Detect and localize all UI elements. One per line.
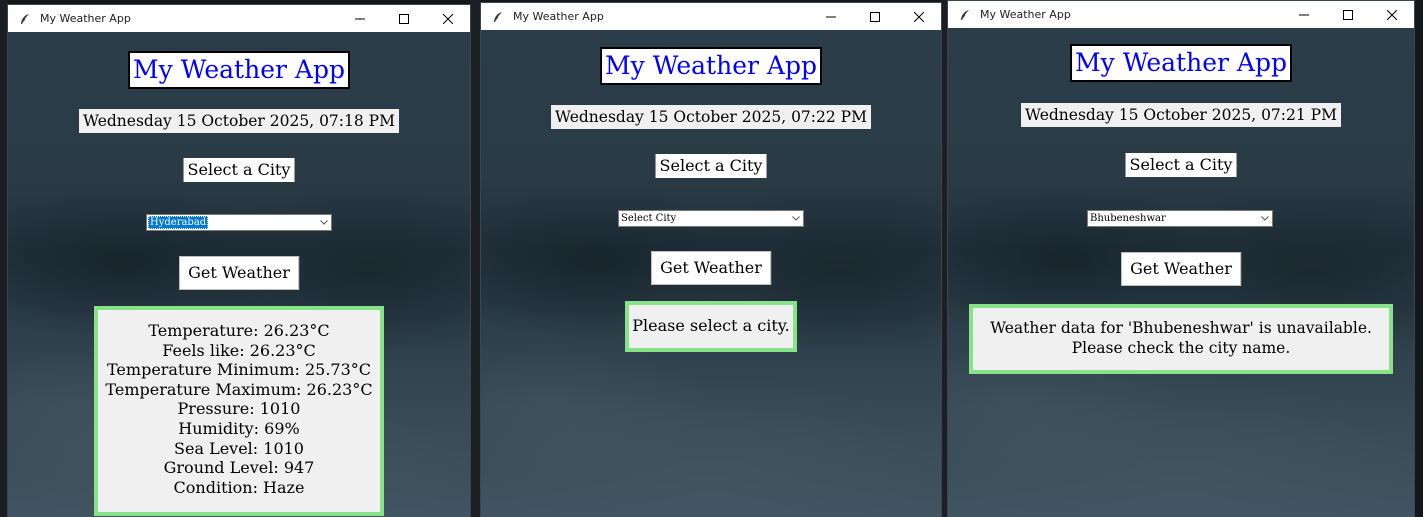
maximize-icon <box>399 13 409 24</box>
result-line: Please select a city. <box>632 316 790 335</box>
city-combobox[interactable]: Bhubeneshwar <box>1087 210 1273 227</box>
result-line: Weather data for 'Bhubeneshwar' is unava… <box>990 319 1372 337</box>
chevron-down-icon[interactable] <box>317 220 331 225</box>
feather-icon <box>491 10 505 24</box>
result-line: Feels like: 26.23°C <box>162 340 316 360</box>
app-heading: My Weather App <box>128 51 350 89</box>
get-weather-button[interactable]: Get Weather <box>651 251 771 285</box>
desktop: My Weather App My Weather App Wednesday … <box>0 0 1423 517</box>
result-line: Condition: Haze <box>173 477 305 497</box>
result-line: Temperature Maximum: 26.23°C <box>105 379 373 399</box>
feather-icon <box>18 12 32 26</box>
app-heading: My Weather App <box>1070 44 1292 82</box>
get-weather-button[interactable]: Get Weather <box>179 256 299 290</box>
select-city-label: Select a City <box>655 154 767 178</box>
close-icon <box>914 11 924 22</box>
get-weather-button[interactable]: Get Weather <box>1121 252 1241 286</box>
minimize-icon <box>355 18 365 19</box>
chevron-down-icon[interactable] <box>789 216 803 221</box>
title-bar[interactable]: My Weather App <box>8 5 470 32</box>
minimize-icon <box>1299 14 1309 15</box>
background-editor-strip <box>940 0 948 517</box>
app-heading: My Weather App <box>600 47 822 85</box>
app-content: My Weather App Wednesday 15 October 2025… <box>481 30 941 517</box>
result-line: Humidity: 69% <box>178 418 300 438</box>
weather-result-panel: Please select a city. <box>625 301 797 352</box>
minimize-button[interactable] <box>809 3 853 30</box>
city-combobox[interactable]: Select City <box>618 210 804 227</box>
window-title: My Weather App <box>513 10 604 23</box>
minimize-button[interactable] <box>338 5 382 32</box>
app-content: My Weather App Wednesday 15 October 2025… <box>8 32 470 517</box>
close-button[interactable] <box>897 3 941 30</box>
maximize-icon <box>1343 9 1353 20</box>
title-bar[interactable]: My Weather App <box>481 3 941 30</box>
maximize-button[interactable] <box>382 5 426 32</box>
close-button[interactable] <box>1370 1 1414 28</box>
datetime-label: Wednesday 15 October 2025, 07:21 PM <box>1021 103 1341 127</box>
title-bar[interactable]: My Weather App <box>948 1 1414 28</box>
city-combobox-value: Select City <box>621 213 677 224</box>
background-editor-strip <box>0 0 8 517</box>
city-combobox-value: Bhubeneshwar <box>1090 213 1166 224</box>
maximize-button[interactable] <box>853 3 897 30</box>
weather-result-panel: Temperature: 26.23°C Feels like: 26.23°C… <box>94 306 384 516</box>
result-line: Please check the city name. <box>1071 338 1291 357</box>
result-line: Pressure: 1010 <box>177 399 301 419</box>
result-line: Sea Level: 1010 <box>174 438 304 458</box>
result-line: Temperature Minimum: 25.73°C <box>107 360 371 380</box>
close-icon <box>1387 9 1397 20</box>
select-city-label: Select a City <box>183 158 295 182</box>
select-city-label: Select a City <box>1125 153 1237 177</box>
datetime-label: Wednesday 15 October 2025, 07:22 PM <box>551 105 871 129</box>
maximize-button[interactable] <box>1326 1 1370 28</box>
minimize-icon <box>826 16 836 17</box>
app-content: My Weather App Wednesday 15 October 2025… <box>948 28 1414 517</box>
close-button[interactable] <box>426 5 470 32</box>
result-line: Temperature: 26.23°C <box>148 321 330 340</box>
city-combobox[interactable]: Hyderabad <box>146 214 332 231</box>
weather-result-panel: Weather data for 'Bhubeneshwar' is unava… <box>969 304 1393 374</box>
city-combobox-value: Hyderabad <box>148 216 209 229</box>
weather-app-window-3: My Weather App My Weather App Wednesday … <box>948 1 1414 517</box>
feather-icon <box>958 8 972 22</box>
weather-app-window-1: My Weather App My Weather App Wednesday … <box>8 5 470 517</box>
datetime-label: Wednesday 15 October 2025, 07:18 PM <box>79 109 399 133</box>
maximize-icon <box>870 11 880 22</box>
window-title: My Weather App <box>40 12 131 25</box>
chevron-down-icon[interactable] <box>1258 216 1272 221</box>
window-title: My Weather App <box>980 8 1071 21</box>
close-icon <box>443 13 453 24</box>
weather-app-window-2: My Weather App My Weather App Wednesday … <box>481 3 941 517</box>
background-editor-strip <box>470 0 480 517</box>
result-line: Ground Level: 947 <box>163 458 315 478</box>
minimize-button[interactable] <box>1282 1 1326 28</box>
